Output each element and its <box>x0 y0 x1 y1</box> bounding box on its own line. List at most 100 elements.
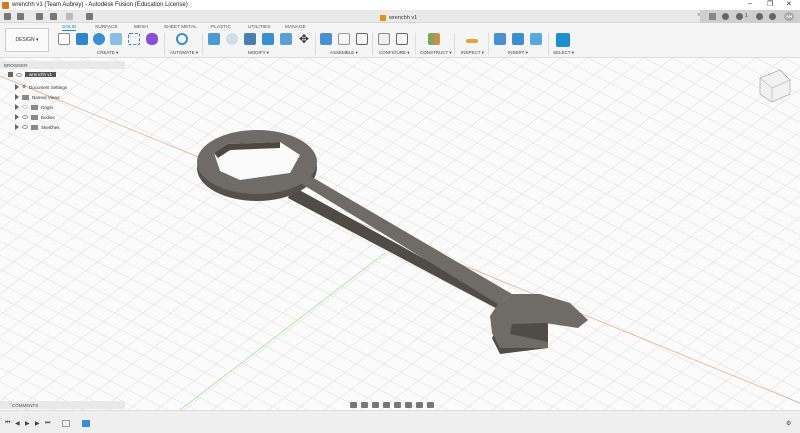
help-icon[interactable] <box>769 13 776 20</box>
combine-icon[interactable] <box>262 33 274 45</box>
extensions-icon[interactable] <box>722 13 729 20</box>
close-button[interactable]: ✕ <box>786 0 792 8</box>
select-menu[interactable]: SELECT ▾ <box>553 50 574 56</box>
go-to-end-icon[interactable]: ⏭ <box>45 420 50 427</box>
zoom-window-icon[interactable] <box>394 401 401 408</box>
redo-icon[interactable] <box>66 13 73 20</box>
insert-mesh-icon[interactable] <box>512 33 524 45</box>
visibility-icon[interactable] <box>16 72 22 77</box>
display-settings-icon[interactable] <box>405 401 412 408</box>
divider <box>548 33 549 55</box>
notifications-icon[interactable] <box>756 13 763 20</box>
grid-settings-icon[interactable] <box>416 401 423 408</box>
step-forward-icon[interactable]: ▶ <box>35 420 40 427</box>
view-cube[interactable] <box>759 69 791 103</box>
tab-mesh[interactable]: MESH <box>134 25 148 30</box>
browser-panel-header[interactable]: BROWSER <box>0 61 125 69</box>
press-pull-icon[interactable] <box>208 33 220 45</box>
file-icon[interactable] <box>17 13 24 20</box>
create-sketch-icon[interactable] <box>58 33 70 45</box>
title-bar: wrenchh v1 (Team Aubrey) - Autodesk Fusi… <box>0 0 800 10</box>
create-menu[interactable]: CREATE ▾ <box>97 50 118 56</box>
automate-icon[interactable] <box>176 33 188 45</box>
construct-plane-icon[interactable] <box>428 33 440 45</box>
joint-icon[interactable] <box>338 33 350 45</box>
inspect-menu[interactable]: INSPECT ▾ <box>461 50 484 56</box>
play-icon[interactable]: ▶ <box>25 420 30 427</box>
sketch-feature-icon[interactable] <box>62 420 70 427</box>
pattern-icon[interactable] <box>128 33 140 45</box>
item-label: Bodies <box>41 114 55 120</box>
tab-sheet-metal[interactable]: SHEET METAL <box>164 25 197 30</box>
tab-plastic[interactable]: PLASTIC <box>211 25 231 30</box>
gear-icon: ⚙ <box>22 84 27 89</box>
undo-icon[interactable] <box>50 13 57 20</box>
viewports-icon[interactable] <box>427 401 434 408</box>
expand-arrow-icon[interactable] <box>15 94 19 100</box>
automate-menu[interactable]: AUTOMATE ▾ <box>170 50 198 56</box>
construct-menu[interactable]: CONSTRUCT ▾ <box>420 50 452 56</box>
document-tab[interactable]: wrenchh v1 <box>380 12 417 23</box>
user-avatar[interactable]: AH <box>784 12 794 21</box>
3d-viewport[interactable] <box>0 58 800 410</box>
expand-arrow-icon[interactable] <box>15 114 19 120</box>
insert-menu[interactable]: INSERT ▾ <box>508 50 528 56</box>
visibility-icon[interactable] <box>22 125 28 129</box>
visibility-icon[interactable] <box>22 105 28 109</box>
insert-derive-icon[interactable] <box>494 33 506 45</box>
pan-icon[interactable] <box>372 401 379 408</box>
tab-manage[interactable]: MANAGE <box>285 25 306 30</box>
measure-icon[interactable] <box>466 39 478 43</box>
hole-icon[interactable] <box>110 33 122 45</box>
workspace-selector[interactable]: DESIGN ▾ <box>5 28 49 52</box>
split-icon[interactable] <box>280 33 292 45</box>
select-icon[interactable] <box>556 33 570 47</box>
timeline: ⏮ ◀ ▶ ▶ ⏭ ⚙ <box>0 410 800 433</box>
revolve-icon[interactable] <box>93 33 105 45</box>
comments-panel[interactable]: COMMENTS <box>0 401 125 409</box>
home-icon[interactable] <box>86 13 93 20</box>
fillet-icon[interactable] <box>226 33 238 45</box>
tab-surface[interactable]: SURFACE <box>95 25 118 30</box>
tab-solid[interactable]: SOLID <box>62 25 77 31</box>
browser-item-origin[interactable]: Origin <box>15 104 53 110</box>
step-back-icon[interactable]: ◀ <box>15 420 20 427</box>
browser-item-sketches[interactable]: Sketches <box>15 124 60 130</box>
visibility-icon[interactable] <box>22 115 28 119</box>
extrude-feature-icon[interactable] <box>82 420 90 427</box>
configure-menu[interactable]: CONFIGURE ▾ <box>379 50 410 56</box>
new-tab-icon[interactable] <box>709 13 716 20</box>
expand-arrow-icon[interactable] <box>15 84 19 90</box>
insert-image-icon[interactable] <box>530 33 542 45</box>
table-icon[interactable] <box>396 33 408 45</box>
modify-menu[interactable]: MODIFY ▾ <box>248 50 269 56</box>
browser-root[interactable]: wrenchh v1 <box>8 72 57 77</box>
expand-arrow-icon[interactable] <box>15 104 19 110</box>
expand-arrow-icon[interactable] <box>15 124 19 130</box>
model-canvas[interactable] <box>0 58 800 410</box>
minimize-button[interactable]: – <box>748 0 752 7</box>
grid-menu-icon[interactable] <box>4 13 11 20</box>
extrude-icon[interactable] <box>76 33 88 45</box>
orbit-icon[interactable] <box>350 401 357 408</box>
go-to-start-icon[interactable]: ⏮ <box>5 420 10 427</box>
assemble-menu[interactable]: ASSEMBLE ▾ <box>330 50 358 56</box>
expand-icon[interactable] <box>8 72 13 77</box>
save-icon[interactable] <box>36 13 43 20</box>
job-status-icon[interactable] <box>736 13 743 20</box>
restore-button[interactable]: ❐ <box>767 0 773 8</box>
look-at-icon[interactable] <box>361 401 368 408</box>
form-icon[interactable] <box>146 33 158 45</box>
move-icon[interactable]: ✥ <box>298 33 310 45</box>
tab-utilities[interactable]: UTILITIES <box>248 25 270 30</box>
browser-item-named-views[interactable]: Named Views <box>15 94 60 100</box>
timeline-settings-icon[interactable]: ⚙ <box>786 420 791 427</box>
zoom-icon[interactable] <box>383 401 390 408</box>
bom-icon[interactable] <box>356 33 368 45</box>
configure-icon[interactable] <box>378 33 390 45</box>
shell-icon[interactable] <box>244 33 256 45</box>
new-component-icon[interactable] <box>320 33 332 45</box>
browser-item-bodies[interactable]: Bodies <box>15 114 55 120</box>
browser-item-document-settings[interactable]: ⚙ Document Settings <box>15 84 67 90</box>
header-actions: 1 AH <box>700 10 800 23</box>
